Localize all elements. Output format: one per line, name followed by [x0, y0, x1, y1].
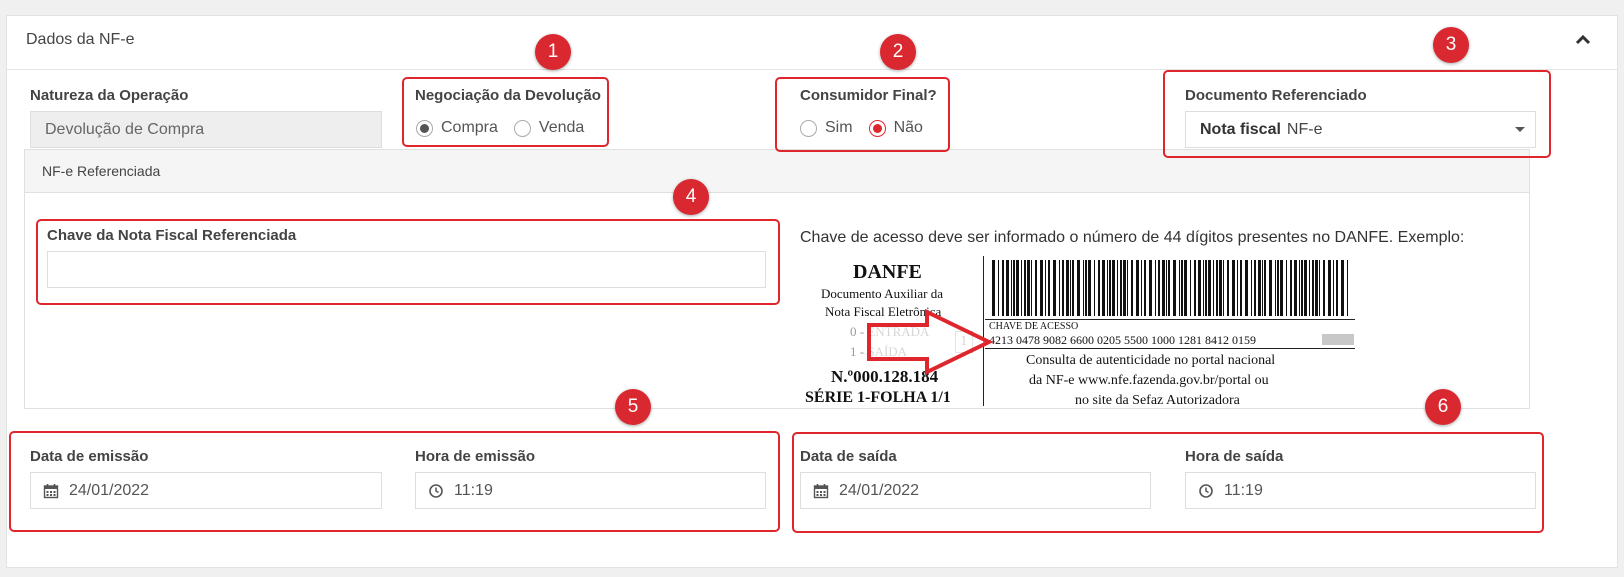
danfe-example-image: DANFE Documento Auxiliar da Nota Fiscal …	[795, 243, 1355, 411]
highlight-box-2	[775, 77, 950, 152]
danfe-consulta-2: da NF-e www.nfe.fazenda.gov.br/portal ou	[1029, 373, 1269, 388]
danfe-title: DANFE	[853, 261, 922, 283]
danfe-serie: SÉRIE 1-FOLHA 1/1	[805, 389, 951, 406]
annotation-badge-4: 4	[673, 179, 709, 215]
danfe-chave-label: CHAVE DE ACESSO	[989, 321, 1079, 332]
highlight-box-4	[36, 219, 780, 305]
annotation-badge-3: 3	[1433, 27, 1469, 63]
nfe-referenciada-title: NF-e Referenciada	[42, 163, 161, 179]
danfe-chave: 4213 0478 9082 6600 0205 5500 1000 1281 …	[989, 333, 1256, 347]
barcode-image	[992, 260, 1348, 316]
annotation-badge-6: 6	[1425, 389, 1461, 425]
danfe-barcode-rule	[985, 319, 1355, 320]
arrow-right-icon	[867, 309, 994, 375]
danfe-chave-rule	[985, 348, 1355, 349]
annotation-badge-2: 2	[880, 34, 916, 70]
highlight-box-3	[1163, 70, 1551, 158]
highlight-box-6	[792, 432, 1544, 533]
natureza-value: Devolução de Compra	[45, 120, 205, 138]
chevron-up-icon[interactable]	[1573, 30, 1593, 50]
highlight-box-5	[9, 431, 780, 532]
natureza-label: Natureza da Operação	[30, 87, 189, 104]
highlight-box-1	[402, 77, 609, 147]
danfe-consulta-3: no site da Sefaz Autorizadora	[1075, 393, 1240, 408]
danfe-chave-blurred	[1322, 334, 1354, 345]
natureza-input[interactable]: Devolução de Compra	[30, 111, 382, 148]
panel-header[interactable]: Dados da NF-e	[7, 16, 1617, 70]
annotation-badge-1: 1	[535, 34, 571, 70]
danfe-consulta-1: Consulta de autenticidade no portal naci…	[1026, 353, 1276, 368]
danfe-line1: Documento Auxiliar da	[821, 286, 944, 301]
panel-title: Dados da NF-e	[26, 31, 135, 48]
annotation-badge-5: 5	[615, 389, 651, 425]
